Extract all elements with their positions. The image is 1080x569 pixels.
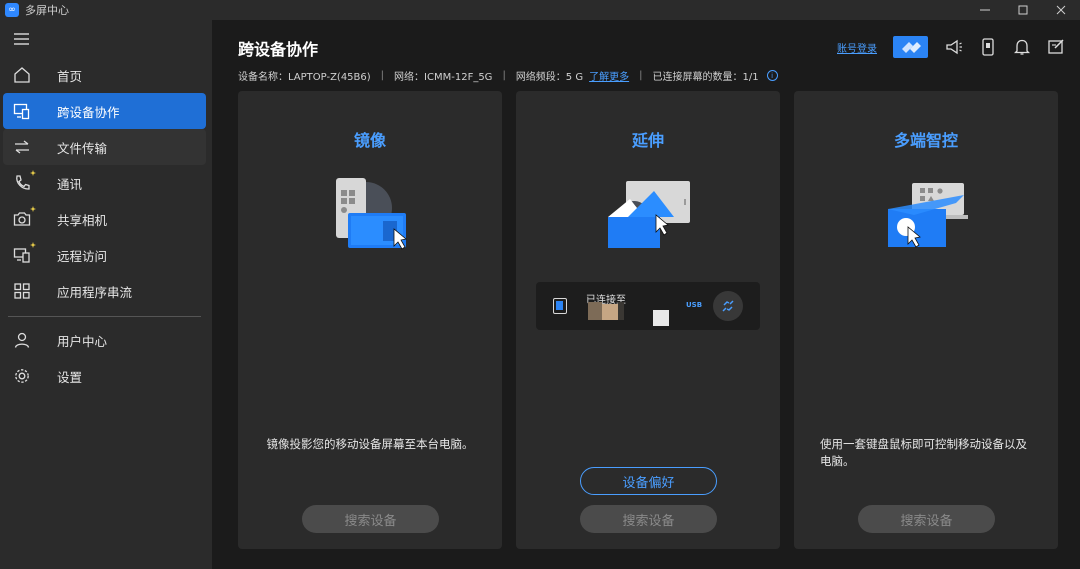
sidebar-item-label: 远程访问 [57, 248, 108, 264]
hamburger-menu-button[interactable] [12, 30, 34, 48]
multi-control-card-description: 使用一套键盘鼠标即可控制移动设备以及电脑。 [820, 437, 1027, 468]
network-text: 网络：ICMM-12F_5G [394, 72, 493, 83]
divider: | [639, 70, 643, 81]
sidebar-item-label: 共享相机 [57, 212, 108, 228]
page-title: 跨设备协作 [238, 40, 319, 59]
mirror-card-description: 镜像投影您的移动设备屏幕至本台电脑。 [266, 437, 474, 451]
promo-logo-icon [901, 42, 921, 53]
edit-feedback-icon [1048, 39, 1064, 54]
app-title: 多屏中心 [25, 4, 69, 17]
multi-control-card: 多端智控 使用一套键盘鼠标即可控制移动设备以及电脑。 搜索设备 [794, 91, 1058, 549]
sidebar-item-label: 文件传输 [57, 140, 108, 156]
mirror-search-device-button[interactable]: 搜索设备 [302, 505, 439, 533]
mirror-illustration-icon [336, 178, 407, 250]
main-content: 跨设备协作 账号登录 设备名称：LAPTOP-Z(45B6) | 网络：ICMM… [212, 20, 1080, 569]
maximize-icon [1018, 5, 1028, 15]
sidebar-item-home[interactable]: 首页 [3, 57, 206, 93]
sidebar-item-shared-camera[interactable]: 共享相机 [3, 201, 206, 237]
home-icon [12, 65, 32, 85]
sidebar-item-settings[interactable]: 设置 [3, 358, 206, 394]
learn-more-link[interactable]: 了解更多 [589, 68, 629, 83]
multi-control-illustration-icon [888, 183, 968, 248]
minimize-button[interactable] [966, 0, 1004, 20]
connected-device-panel: 已连接至 USB [536, 282, 760, 330]
announcement-button[interactable] [944, 37, 964, 57]
sidebar-item-cross-device[interactable]: 跨设备协作 [3, 93, 206, 129]
maximize-button[interactable] [1004, 0, 1042, 20]
network-band-text: 网络频段：5 G [515, 72, 584, 83]
sidebar-item-label: 设置 [57, 369, 83, 385]
multi-control-search-device-button[interactable]: 搜索设备 [858, 505, 995, 533]
device-preference-button[interactable]: 设备偏好 [580, 467, 717, 495]
remote-access-icon [12, 242, 36, 265]
transfer-arrows-icon [12, 137, 32, 157]
mobile-phone-icon [982, 38, 994, 56]
phone-icon [12, 170, 36, 193]
promo-banner-button[interactable] [893, 36, 928, 58]
user-icon [12, 330, 32, 350]
sidebar-divider [8, 316, 201, 317]
device-name-text: 设备名称：LAPTOP-Z(45B6) [238, 72, 371, 83]
mirror-card: 镜像 镜像投影您的移动设备屏幕至本台电脑。 搜索设备 [238, 91, 502, 549]
hamburger-icon [14, 33, 29, 45]
gear-icon [12, 366, 32, 386]
apps-grid-icon [12, 281, 32, 301]
sidebar-item-remote-access[interactable]: 远程访问 [3, 237, 206, 273]
divider: | [502, 70, 506, 81]
extend-illustration-icon [608, 181, 690, 248]
sidebar-item-label: 首页 [57, 68, 83, 84]
connected-screens-text: 已连接屏幕的数量：1/1 [652, 72, 759, 83]
camera-icon [12, 206, 36, 229]
device-info-bar: 设备名称：LAPTOP-Z(45B6) | 网络：ICMM-12F_5G | 网… [238, 68, 778, 83]
unlink-icon [722, 300, 734, 312]
close-icon [1056, 5, 1066, 15]
info-icon[interactable]: i [766, 70, 778, 81]
window-controls [966, 0, 1080, 20]
sidebar-item-user-center[interactable]: 用户中心 [3, 322, 206, 358]
notifications-button[interactable] [1012, 37, 1032, 57]
disconnect-button[interactable] [713, 291, 743, 321]
usb-connection-label: USB [686, 301, 703, 309]
sidebar: 首页 跨设备协作 文件传输 通讯 共享相机 远程访问 应用程序串流 用户中心 设… [0, 20, 212, 569]
sidebar-item-label: 用户中心 [57, 333, 108, 349]
device-thumbnail-icon [653, 310, 669, 326]
mirror-card-title: 镜像 [353, 131, 386, 150]
sidebar-item-label: 跨设备协作 [57, 104, 120, 120]
bell-icon [1014, 39, 1030, 55]
extend-card-title: 延伸 [631, 131, 664, 150]
close-button[interactable] [1042, 0, 1080, 20]
minimize-icon [980, 9, 990, 11]
device-name-redacted-mosaic [588, 302, 658, 320]
cross-device-icon [12, 101, 32, 121]
sidebar-item-app-streaming[interactable]: 应用程序串流 [3, 273, 206, 309]
sidebar-item-file-transfer[interactable]: 文件传输 [3, 129, 206, 165]
connected-device-icon [553, 298, 567, 314]
account-login-link[interactable]: 账号登录 [837, 40, 877, 55]
sidebar-item-label: 应用程序串流 [57, 284, 133, 300]
extend-card: 延伸 已连接至 USB 设备偏好 搜索设备 [516, 91, 780, 549]
app-logo-icon: ∞ [5, 3, 19, 17]
mobile-device-button[interactable] [978, 37, 998, 57]
extend-search-device-button[interactable]: 搜索设备 [580, 505, 717, 533]
sidebar-item-communication[interactable]: 通讯 [3, 165, 206, 201]
sidebar-item-label: 通讯 [57, 176, 83, 192]
header-actions: 账号登录 [837, 36, 1070, 58]
divider: | [380, 70, 385, 81]
title-bar: ∞ 多屏中心 [0, 0, 1080, 20]
megaphone-icon [946, 39, 962, 55]
feedback-button[interactable] [1046, 37, 1066, 57]
multi-control-card-title: 多端智控 [893, 131, 958, 150]
